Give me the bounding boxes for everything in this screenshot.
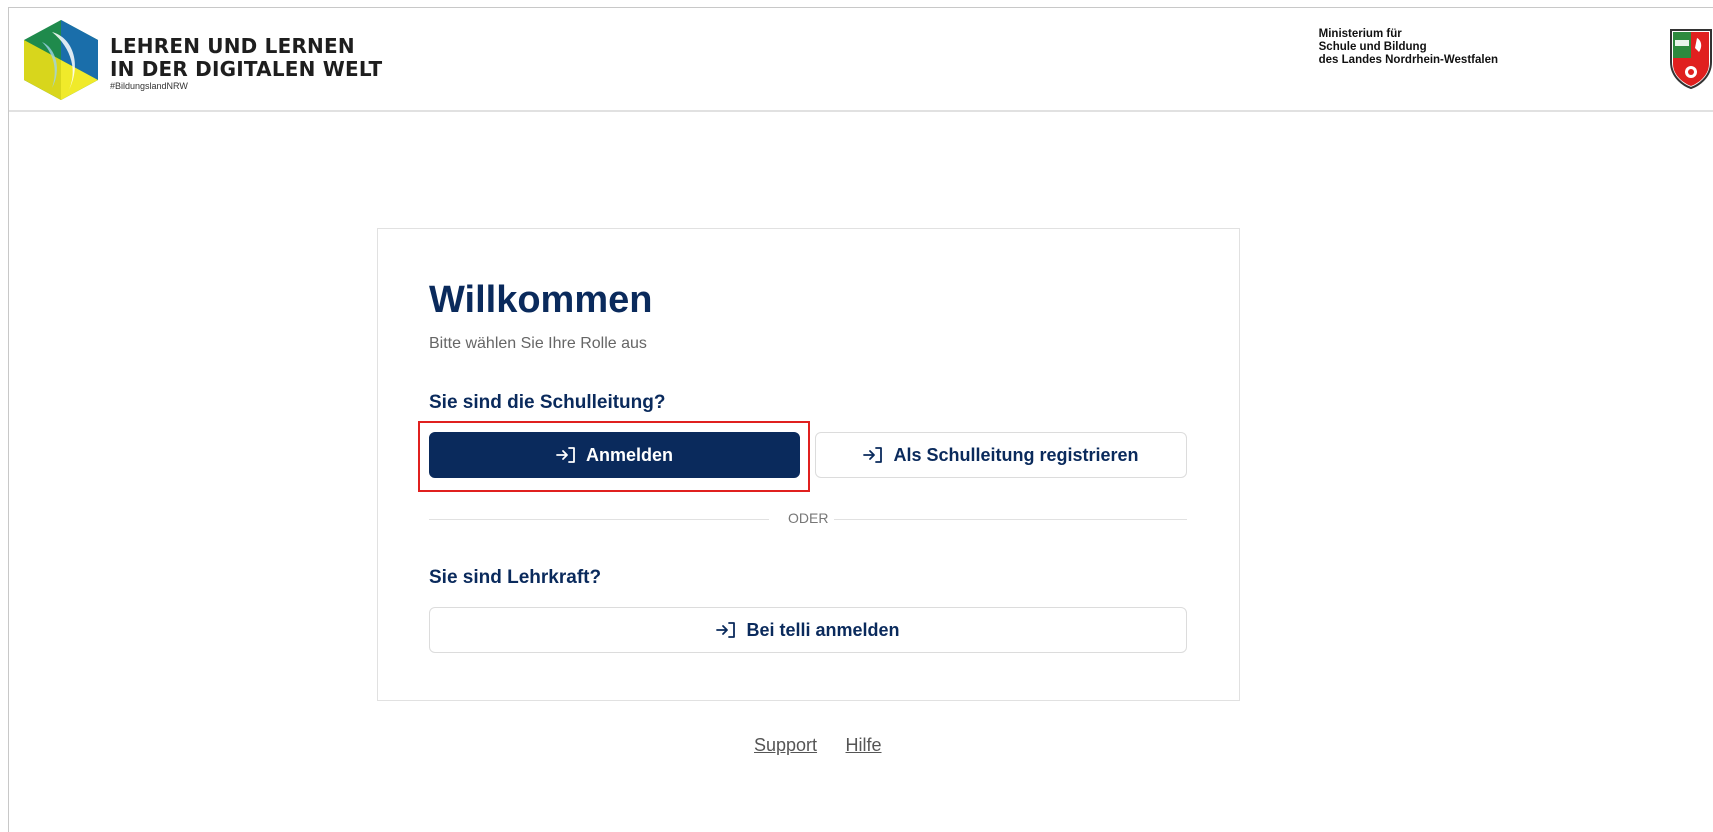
logo-text: LEHREN UND LERNEN IN DER DIGITALEN WELT …: [110, 35, 382, 92]
page-title: Willkommen: [429, 279, 653, 321]
divider-line-right: [834, 519, 1187, 520]
logo-line-2: IN DER DIGITALEN WELT: [110, 57, 383, 81]
ministry-line-3: des Landes Nordrhein-Westfalen: [1318, 54, 1498, 66]
hexagon-logo-icon: [24, 20, 98, 100]
teacher-section-label: Sie sind Lehrkraft?: [429, 567, 602, 588]
login-arrow-icon: [716, 622, 736, 638]
ministry-line-2: Schule und Bildung: [1318, 41, 1427, 53]
principal-register-label: Als Schulleitung registrieren: [893, 444, 1139, 465]
principal-login-button[interactable]: Anmelden: [429, 432, 800, 478]
role-selection-card: Willkommen Bitte wählen Sie Ihre Rolle a…: [377, 228, 1240, 701]
footer-links: Support Hilfe: [742, 735, 894, 756]
logo-line-1: LEHREN UND LERNEN: [110, 34, 355, 58]
login-arrow-icon: [556, 447, 575, 463]
principal-login-label: Anmelden: [585, 444, 673, 465]
principal-section-label: Sie sind die Schulleitung?: [429, 392, 666, 413]
support-link[interactable]: Support: [754, 735, 817, 755]
nrw-crest-icon: [1670, 29, 1712, 90]
page-frame: LEHREN UND LERNEN IN DER DIGITALEN WELT …: [8, 7, 1713, 832]
logo-tag: #BildungslandNRW: [110, 81, 188, 91]
teacher-login-label: Bei telli anmelden: [746, 619, 900, 640]
ministry-name: Ministerium für Schule und Bildung des L…: [1319, 28, 1498, 67]
login-arrow-icon: [863, 447, 883, 463]
divider-line-left: [429, 519, 769, 520]
header: LEHREN UND LERNEN IN DER DIGITALEN WELT …: [9, 8, 1713, 112]
or-divider: ODER: [429, 510, 1187, 526]
teacher-login-button[interactable]: Bei telli anmelden: [429, 607, 1187, 653]
divider-label: ODER: [788, 510, 829, 526]
page-subtitle: Bitte wählen Sie Ihre Rolle aus: [429, 335, 647, 352]
principal-register-button[interactable]: Als Schulleitung registrieren: [815, 432, 1187, 478]
ministry-line-1: Ministerium für: [1318, 28, 1402, 40]
help-link[interactable]: Hilfe: [846, 735, 882, 755]
